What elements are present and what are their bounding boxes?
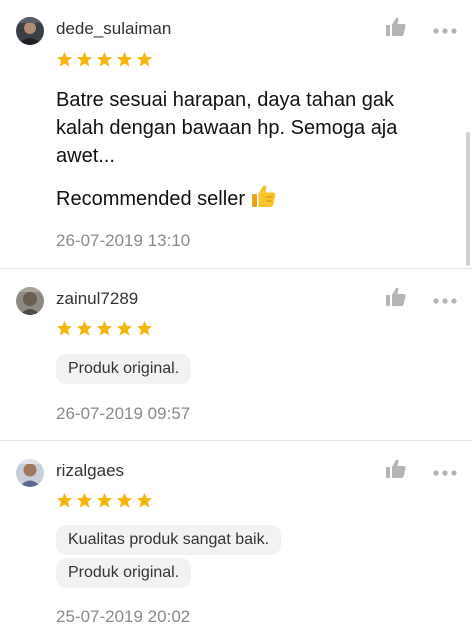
thumbs-up-icon[interactable]: [385, 458, 407, 480]
star-icon: [56, 320, 73, 336]
reviewer-username[interactable]: dede_sulaiman: [56, 19, 171, 39]
star-rating: [56, 492, 153, 510]
star-icon: [96, 320, 113, 336]
star-icon: [116, 492, 133, 508]
star-icon: [96, 51, 113, 67]
review-text-line: Recommended seller: [56, 188, 245, 210]
scrollbar[interactable]: [466, 132, 470, 266]
review-tag: Kualitas produk sangat baik.: [56, 525, 282, 555]
avatar[interactable]: [16, 459, 44, 487]
avatar[interactable]: [16, 287, 44, 315]
review-item: rizalgaes Kualitas produk sangat baik. P…: [0, 441, 472, 640]
star-icon: [76, 320, 93, 336]
avatar[interactable]: [16, 17, 44, 45]
star-icon: [56, 492, 73, 508]
star-icon: [76, 492, 93, 508]
star-icon: [116, 320, 133, 336]
review-tag: Produk original.: [56, 354, 192, 384]
thumbs-up-icon[interactable]: [385, 16, 407, 38]
review-text-line: awet...: [56, 145, 115, 167]
review-text-line: Batre sesuai harapan, daya tahan gak: [56, 89, 395, 111]
review-text-extra: Recommended seller: [56, 184, 436, 216]
star-icon: [116, 51, 133, 67]
more-options-icon[interactable]: [432, 464, 458, 476]
reviews-page: dede_sulaiman Batre sesuai harapan, daya…: [0, 0, 472, 640]
review-text-line: kalah dengan bawaan hp. Semoga aja: [56, 117, 398, 139]
review-timestamp: 25-07-2019 20:02: [56, 607, 191, 626]
review-timestamp: 26-07-2019 13:10: [56, 231, 191, 250]
review-timestamp: 26-07-2019 09:57: [56, 404, 191, 423]
star-icon: [136, 492, 153, 508]
review-text: Batre sesuai harapan, daya tahan gak kal…: [56, 86, 436, 170]
star-rating: [56, 320, 153, 338]
thumbs-up-emoji: [251, 184, 277, 216]
thumbs-up-icon[interactable]: [385, 286, 407, 308]
star-icon: [96, 492, 113, 508]
reviewer-username[interactable]: zainul7289: [56, 289, 138, 309]
star-icon: [136, 320, 153, 336]
review-item: zainul7289 Produk original. 26-07-2019 0…: [0, 269, 472, 441]
star-icon: [136, 51, 153, 67]
star-rating: [56, 51, 153, 69]
star-icon: [76, 51, 93, 67]
star-icon: [56, 51, 73, 67]
more-options-icon[interactable]: [432, 292, 458, 304]
review-item: dede_sulaiman Batre sesuai harapan, daya…: [0, 0, 472, 269]
more-options-icon[interactable]: [432, 22, 458, 34]
review-tag: Produk original.: [56, 558, 192, 588]
reviewer-username[interactable]: rizalgaes: [56, 461, 124, 481]
